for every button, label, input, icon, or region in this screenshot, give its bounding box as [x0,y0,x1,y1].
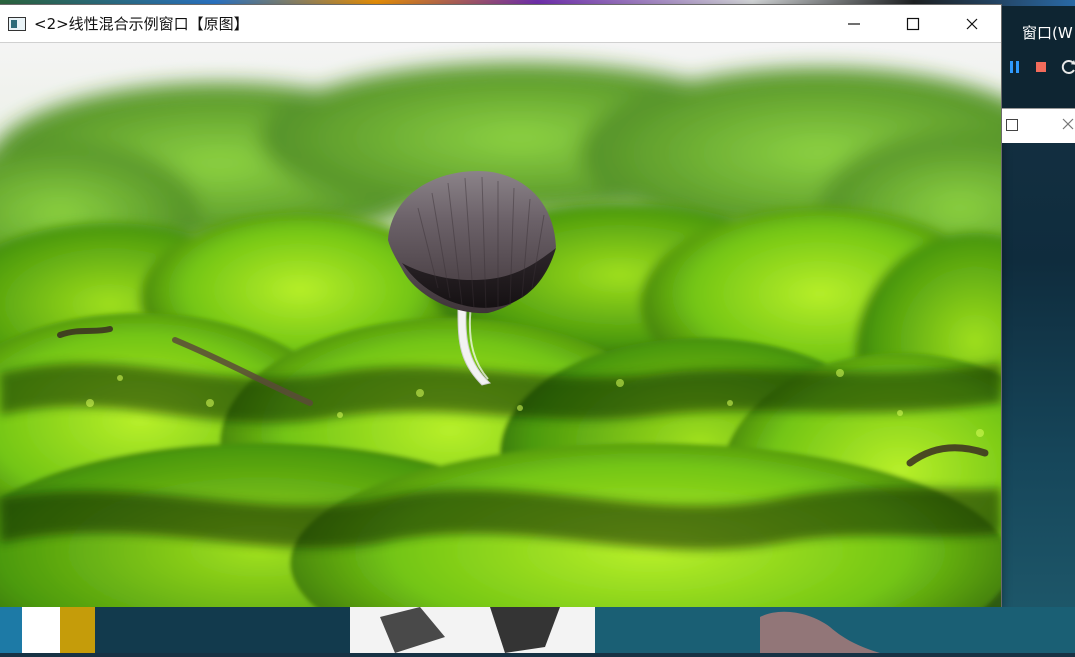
background-ide-window[interactable]: 窗口(W [1002,6,1075,143]
stop-icon[interactable] [1034,59,1048,75]
window-title: <2>线性混合示例窗口【原图】 [34,15,249,33]
close-icon [966,18,977,30]
maximize-icon[interactable] [1006,119,1018,131]
restart-icon[interactable] [1060,58,1075,76]
title-bar[interactable]: <2>线性混合示例窗口【原图】 [0,5,1001,43]
maximize-button[interactable] [883,5,942,43]
opencv-window-icon [8,16,26,31]
image-window[interactable]: <2>线性混合示例窗口【原图】 [0,5,1001,607]
side-window-title: 窗口(W [1022,24,1073,42]
minimize-icon [847,23,860,25]
moss-mushroom-photo [0,43,1001,607]
close-button[interactable] [942,5,1001,43]
minimize-button[interactable] [824,5,883,43]
image-canvas[interactable] [0,43,1001,607]
window-controls [824,5,1001,43]
side-toolbar [1008,58,1075,76]
maximize-icon [906,17,919,31]
side-window-subframe[interactable] [1002,108,1075,143]
desktop-bottom-art [0,607,1075,653]
close-icon[interactable] [1060,116,1075,132]
desktop-bottom-strip [0,607,1075,653]
pause-icon[interactable] [1008,59,1022,75]
